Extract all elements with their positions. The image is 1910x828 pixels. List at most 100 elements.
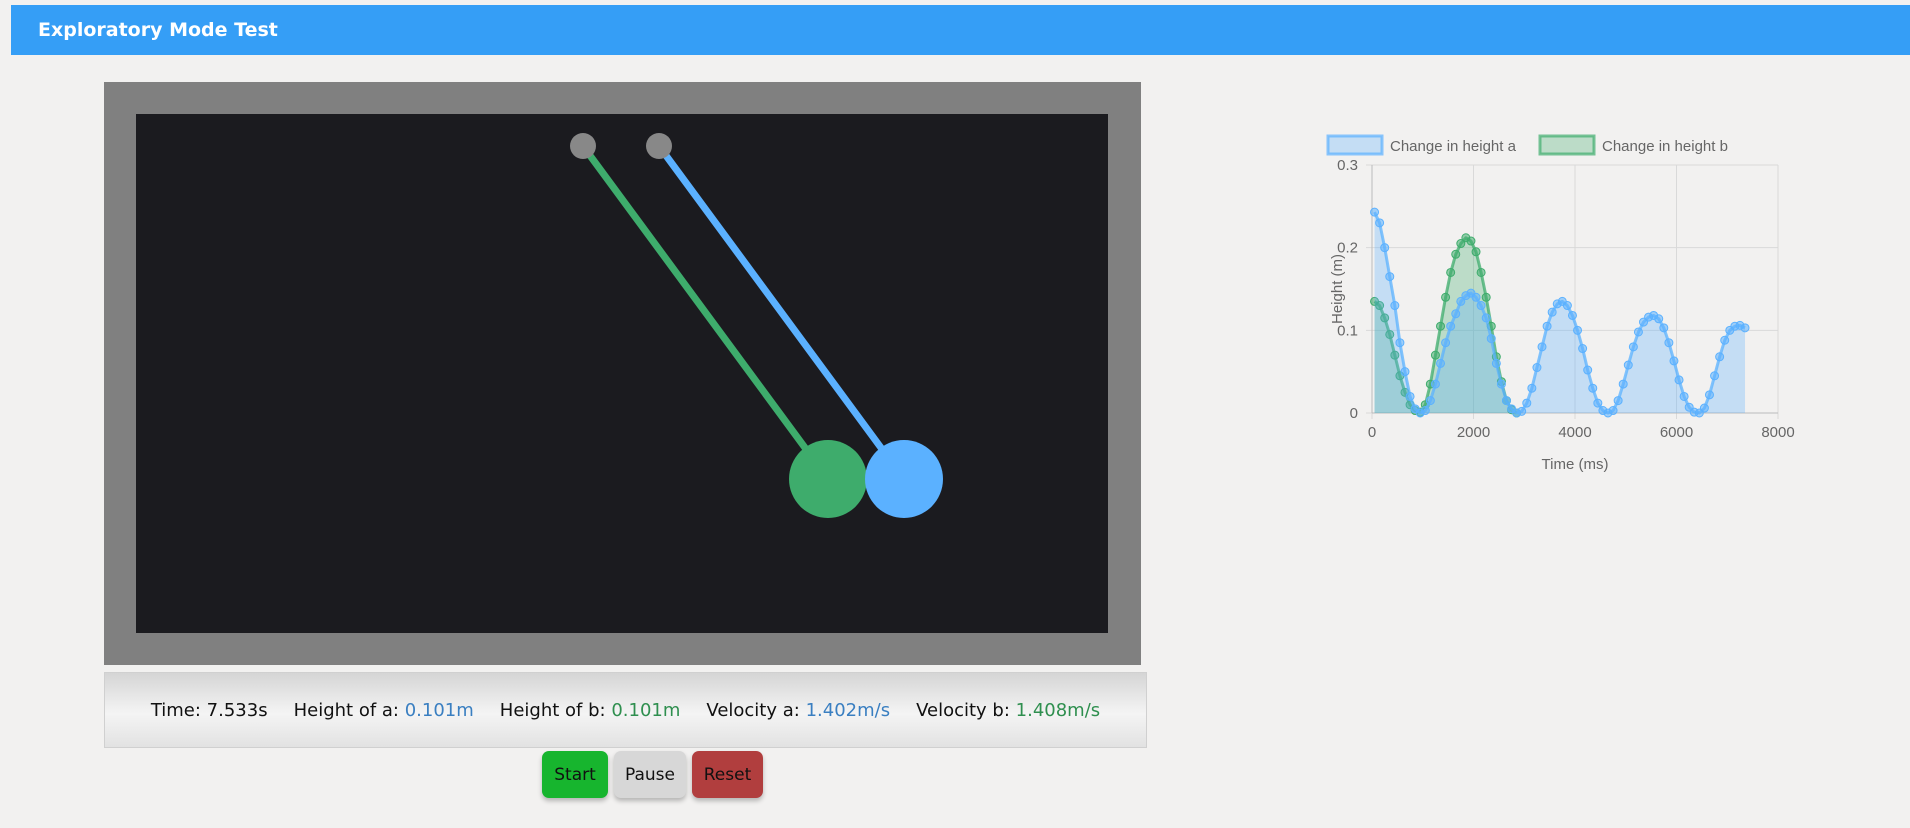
x-tick-label: 2000 [1457,424,1490,441]
data-point-a [1654,314,1664,324]
x-tick-label: 8000 [1761,424,1794,441]
velocity-a-label: Velocity a: [706,699,800,721]
data-point-a [1567,310,1577,320]
data-point-a [1562,301,1572,311]
time-value: 7.533s [206,699,268,721]
pendulum-a-bob[interactable] [865,440,943,518]
simulation-canvas[interactable] [136,114,1108,633]
simulation-frame [104,82,1141,665]
data-point-a [1633,327,1643,337]
height-chart: 0 2000 4000 6000 8000 0 0.1 0.2 0.3 Time (ms) Heig… [1280,120,1800,490]
data-point-a [1664,338,1674,348]
data-point-a [1522,398,1532,408]
legend-label-b: Change in height b [1602,138,1728,155]
y-tick-label: 0 [1350,405,1358,422]
data-point-a [1486,334,1496,344]
data-point-a [1583,365,1593,375]
data-point-b [1451,249,1461,259]
data-point-a [1491,358,1501,368]
pendulum-b-bob[interactable] [789,440,867,518]
data-point-a [1496,379,1506,389]
data-point-a [1608,406,1618,416]
data-point-a [1425,396,1435,406]
pendulum-b-pivot [570,133,596,159]
x-tick-label: 6000 [1660,424,1693,441]
data-point-a [1720,335,1730,345]
y-tick-label: 0.3 [1337,157,1358,174]
data-point-a [1375,218,1385,228]
legend-swatch-a [1326,134,1384,156]
data-point-a [1441,338,1451,348]
reset-button[interactable]: Reset [692,751,763,798]
simulation-controls: Start Pause Reset [542,751,763,798]
pause-button[interactable]: Pause [614,751,686,798]
data-point-a [1385,272,1395,282]
data-point-a [1618,379,1628,389]
data-point-a [1476,301,1486,311]
data-point-a [1405,391,1415,401]
height-b-label: Height of b: [499,699,606,721]
data-point-a [1537,342,1547,352]
height-b-value: 0.101m [611,699,681,721]
data-point-b [1430,350,1440,360]
data-point-a [1613,396,1623,406]
height-a-readout: Height of a: 0.101m [294,700,474,721]
x-tick-label: 0 [1368,424,1376,441]
app-header: Exploratory Mode Test [11,5,1910,55]
velocity-b-readout: Velocity b: 1.408m/s [916,700,1100,721]
velocity-b-label: Velocity b: [916,699,1010,721]
data-point-a [1446,321,1456,331]
data-point-a [1471,292,1481,302]
data-point-a [1395,338,1405,348]
time-readout: Time: 7.533s [151,700,268,721]
data-point-a [1710,371,1720,381]
data-point-a [1481,313,1491,323]
data-point-a [1451,309,1461,319]
start-button[interactable]: Start [542,751,608,798]
pendulum-a-pivot [646,133,672,159]
y-axis-title: Height (m) [1329,254,1346,324]
data-point-a [1573,325,1583,335]
data-point-a [1679,391,1689,401]
x-tick-label: 4000 [1558,424,1591,441]
data-point-a [1400,367,1410,377]
legend-label-a: Change in height a [1390,138,1517,155]
pendulum-b-rod [579,142,832,483]
height-chart-svg: 0 2000 4000 6000 800000.10.20.3Time (ms)Heig… [1326,134,1795,473]
page-title: Exploratory Mode Test [38,19,278,41]
data-point-a [1532,363,1542,373]
data-point-a [1380,243,1390,253]
data-point-a [1628,342,1638,352]
data-point-a [1501,396,1511,406]
x-axis-title: Time (ms) [1542,456,1609,473]
data-point-b [1436,321,1446,331]
pendulum-a-rod [655,142,908,483]
data-point-b [1466,236,1476,246]
data-point-a [1527,383,1537,393]
height-b-readout: Height of b: 0.101m [500,700,681,721]
data-point-a [1740,323,1750,333]
data-point-b [1446,267,1456,277]
data-point-a [1430,379,1440,389]
height-a-label: Height of a: [293,699,399,721]
data-point-a [1659,323,1669,333]
data-point-a [1517,406,1527,416]
data-point-a [1542,321,1552,331]
velocity-a-readout: Velocity a: 1.402m/s [706,700,890,721]
data-point-a [1390,301,1400,311]
data-point-a [1370,207,1380,217]
data-point-b [1481,292,1491,302]
velocity-a-value: 1.402m/s [805,699,891,721]
data-point-a [1578,344,1588,354]
data-point-a [1699,403,1709,413]
time-label: Time: [150,699,201,721]
data-point-a [1623,360,1633,370]
data-point-a [1436,358,1446,368]
legend-swatch-b [1538,134,1596,156]
velocity-b-value: 1.408m/s [1015,699,1101,721]
data-point-b [1471,247,1481,257]
data-point-a [1715,352,1725,362]
data-point-a [1669,356,1679,366]
data-point-a [1704,390,1714,400]
data-point-b [1441,292,1451,302]
